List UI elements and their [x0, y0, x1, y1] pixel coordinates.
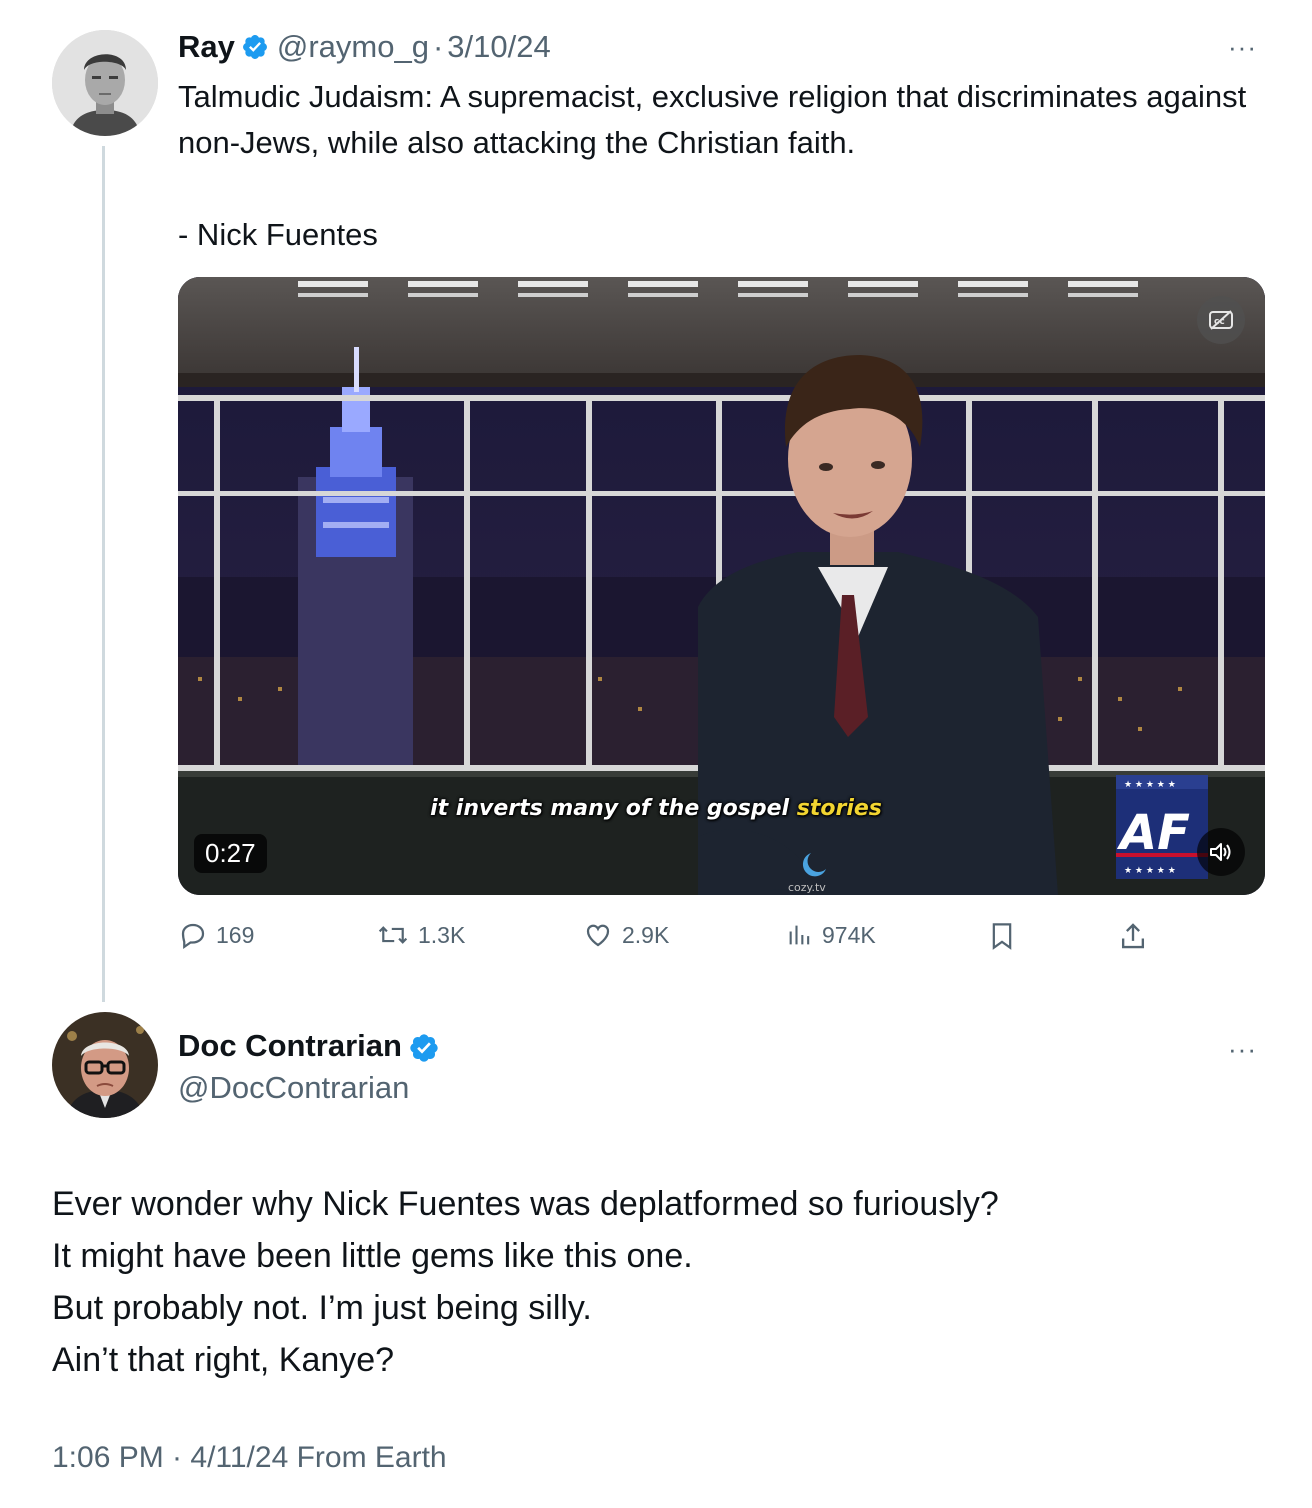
main-tweet-text: Ever wonder why Nick Fuentes was deplatf…: [52, 1178, 1252, 1386]
reply-count: 169: [216, 921, 255, 948]
tweet-line: It might have been little gems like this…: [52, 1237, 693, 1275]
svg-text:★ ★ ★ ★ ★: ★ ★ ★ ★ ★: [1124, 780, 1176, 790]
tweet-line: But probably not. I’m just being silly.: [52, 1289, 592, 1327]
author-name[interactable]: Ray: [178, 29, 235, 65]
volume-icon[interactable]: [1197, 828, 1245, 876]
quoted-tweet-text: Talmudic Judaism: A supremacist, exclusi…: [178, 74, 1268, 258]
reply-button[interactable]: 169: [178, 920, 254, 950]
tweet-action-bar: 169 1.3K 2.9K 974K: [0, 914, 1312, 958]
doc-avatar[interactable]: [52, 1012, 158, 1118]
quoted-tweet-header: Ray @raymo_g · 3/10/24: [178, 26, 551, 68]
share-button[interactable]: [1118, 920, 1156, 952]
video-subtitle: it inverts many of the gospel stories: [0, 796, 1312, 821]
repost-count: 1.3K: [418, 921, 466, 948]
tweet-attribution: - Nick Fuentes: [178, 217, 378, 252]
author-name[interactable]: Doc Contrarian: [178, 1028, 402, 1064]
share-icon: [1121, 923, 1145, 949]
more-options-icon[interactable]: ···: [1228, 1036, 1257, 1062]
tweet-line: Ever wonder why Nick Fuentes was deplatf…: [52, 1185, 999, 1223]
reply-icon: [181, 923, 205, 950]
views-chart-icon: [789, 925, 810, 945]
subtitle-highlight: stories: [796, 796, 882, 821]
more-options-icon[interactable]: ···: [1228, 34, 1257, 60]
cozy-watermark: cozy.tv: [788, 881, 826, 894]
tweet-date[interactable]: 3/10/24: [447, 29, 550, 65]
like-count: 2.9K: [622, 921, 670, 948]
author-handle[interactable]: @raymo_g: [277, 29, 429, 65]
main-tweet-header: Doc Contrarian: [178, 1024, 444, 1068]
verified-badge-icon[interactable]: [241, 33, 269, 61]
svg-text:★ ★ ★ ★ ★: ★ ★ ★ ★ ★: [1124, 866, 1176, 876]
repost-icon: [378, 926, 408, 944]
bookmark-button[interactable]: [988, 920, 1024, 952]
separator-dot: ·: [432, 29, 444, 64]
thread-line: [102, 146, 105, 1002]
author-handle[interactable]: @DocContrarian: [178, 1068, 409, 1108]
tweet-timestamp[interactable]: 1:06 PM · 4/11/24 From Earth: [52, 1436, 447, 1480]
views-count: 974K: [822, 921, 876, 948]
video-duration: 0:27: [194, 834, 267, 873]
heart-icon: [586, 924, 610, 947]
captions-icon[interactable]: cc: [1197, 296, 1245, 344]
subtitle-text: it inverts many of the gospel: [430, 796, 790, 821]
ray-avatar[interactable]: [52, 30, 158, 136]
verified-badge-icon[interactable]: [408, 1032, 438, 1062]
views-button[interactable]: 974K: [786, 920, 876, 950]
tweet-line: Ain’t that right, Kanye?: [52, 1341, 395, 1379]
like-button[interactable]: 2.9K: [582, 920, 669, 950]
tweet-body: Talmudic Judaism: A supremacist, exclusi…: [178, 79, 1247, 160]
bookmark-icon: [992, 923, 1012, 950]
repost-button[interactable]: 1.3K: [376, 920, 465, 950]
